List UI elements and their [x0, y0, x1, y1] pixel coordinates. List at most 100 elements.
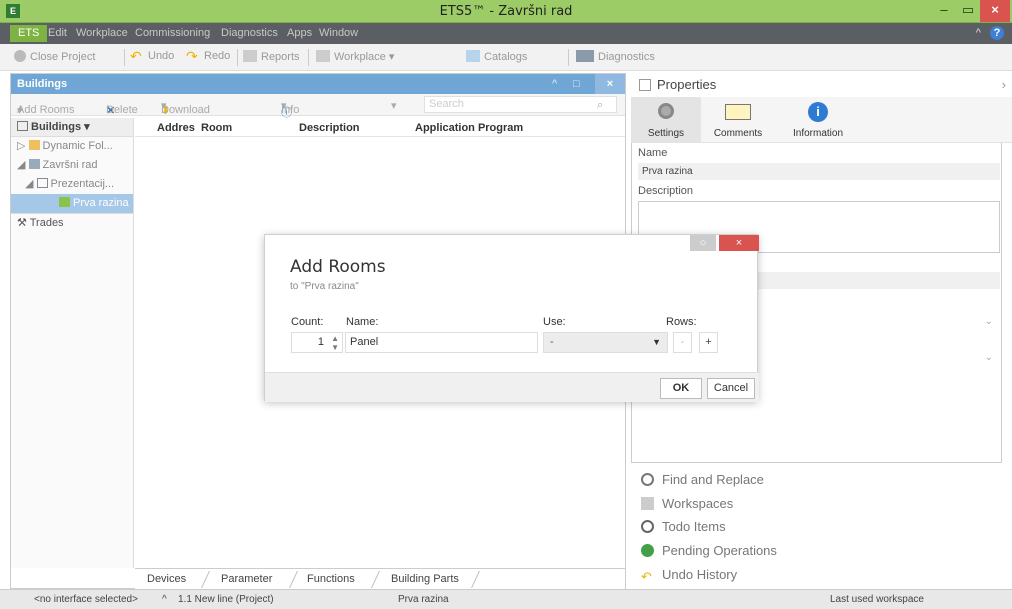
download-button[interactable]: ⬇ Download ▾: [161, 99, 210, 117]
tab-parameter[interactable]: Parameter: [221, 573, 272, 585]
room-name-input[interactable]: Panel: [345, 332, 538, 353]
catalogs-button[interactable]: Catalogs: [466, 50, 527, 63]
properties-header: Properties ›: [631, 73, 1012, 97]
close-dialog-button[interactable]: ×: [719, 235, 759, 251]
menu-edit[interactable]: Edit: [48, 27, 67, 39]
properties-title: Properties: [657, 77, 717, 92]
workspaces-icon: [641, 497, 654, 510]
use-select[interactable]: - ▼: [543, 332, 668, 353]
column-application-program[interactable]: Application Program: [415, 122, 523, 134]
workspace-status[interactable]: Last used workspace: [830, 594, 924, 605]
workplace-button[interactable]: Workplace ▾: [316, 50, 394, 63]
tab-functions[interactable]: Functions: [307, 573, 355, 585]
count-stepper[interactable]: 1 ▲ ▼: [291, 332, 343, 353]
tree-item-dynamic-folders[interactable]: ▷ Dynamic Fol...: [11, 137, 133, 156]
close-project-button[interactable]: Close Project: [14, 50, 95, 63]
filter-dropdown-icon[interactable]: ▾: [391, 99, 397, 112]
play-icon: [641, 544, 654, 557]
search-icon[interactable]: ⌕: [597, 99, 603, 112]
info-button[interactable]: ⓘ Info ▾: [281, 99, 299, 119]
ribbon-controls: ^ ?: [976, 26, 1004, 40]
cancel-button[interactable]: Cancel: [707, 378, 755, 399]
line-status[interactable]: 1.1 New line (Project): [178, 594, 274, 605]
pin-dialog-button[interactable]: ○: [690, 235, 716, 251]
close-project-icon: [14, 50, 26, 62]
tab-devices[interactable]: Devices: [147, 573, 186, 585]
minimize-button[interactable]: ‒: [933, 0, 955, 22]
reports-icon: [243, 50, 257, 62]
line-status-arrow[interactable]: ^: [162, 594, 167, 605]
tab-comments[interactable]: Comments: [703, 97, 773, 143]
tab-divider: [471, 571, 480, 588]
collapse-panel-icon[interactable]: ^: [552, 74, 557, 94]
ok-button[interactable]: OK: [660, 378, 702, 399]
tab-divider: [201, 571, 210, 588]
tree-item-zavrsni-rad[interactable]: ◢ Završni rad: [11, 156, 133, 175]
find-and-replace-link[interactable]: Find and Replace: [641, 472, 764, 487]
name-field[interactable]: Prva razina: [638, 163, 1000, 180]
trades-icon: ⚒: [17, 217, 27, 229]
tab-information[interactable]: i Information: [777, 97, 859, 143]
count-label: Count:: [291, 316, 324, 328]
properties-icon: [639, 79, 651, 91]
rows-minus-button[interactable]: -: [673, 332, 692, 353]
tree-item-trades[interactable]: ⚒ Trades: [11, 213, 133, 232]
maximize-button[interactable]: ▭: [957, 0, 979, 22]
menu-workplace[interactable]: Workplace: [76, 27, 128, 39]
diagnostics-button[interactable]: Diagnostics: [576, 50, 655, 63]
redo-button[interactable]: ↷ Redo: [186, 49, 230, 63]
collapse-ribbon-icon[interactable]: ^: [976, 27, 981, 39]
bottom-tabs: Devices Parameter Functions Building Par…: [135, 568, 625, 589]
add-rooms-dialog: ○ × Add Rooms to "Prva razina" Count: Na…: [264, 234, 759, 402]
dialog-subtitle: to "Prva razina": [290, 281, 359, 292]
building-icon: [28, 159, 40, 169]
dialog-footer: OK Cancel: [265, 372, 759, 402]
tree-header[interactable]: Buildings ▾: [11, 118, 133, 137]
pending-operations-link[interactable]: Pending Operations: [641, 543, 777, 558]
toolbar-separator: [308, 49, 309, 66]
folder-icon: [28, 140, 40, 150]
comment-icon: [725, 104, 751, 120]
workspaces-link[interactable]: Workspaces: [641, 496, 733, 511]
menu-apps[interactable]: Apps: [287, 27, 312, 39]
selection-status: Prva razina: [398, 594, 449, 605]
undo-button[interactable]: ↶ Undo: [130, 49, 174, 63]
toolbar-separator: [124, 49, 125, 66]
chevron-right-icon[interactable]: ›: [1002, 73, 1006, 97]
floor-icon: [36, 178, 48, 188]
tree-item-prezentacija[interactable]: ◢ Prezentacij...: [11, 175, 133, 194]
tab-settings[interactable]: Settings: [631, 97, 701, 143]
search-icon: [641, 473, 654, 486]
help-icon[interactable]: ?: [990, 26, 1004, 40]
menu-diagnostics[interactable]: Diagnostics: [221, 27, 278, 39]
menu-commissioning[interactable]: Commissioning: [135, 27, 210, 39]
chevron-down-icon[interactable]: ⌄: [985, 352, 993, 363]
undo-history-link[interactable]: ↶ Undo History: [641, 567, 737, 584]
column-room[interactable]: Room: [201, 122, 232, 134]
close-panel-icon[interactable]: ×: [595, 74, 625, 94]
buildings-tree: Buildings ▾ ▷ Dynamic Fol... ◢ Završni r…: [11, 118, 134, 568]
window-title: ETS5™ - Završni rad: [439, 4, 573, 19]
chevron-down-icon[interactable]: ⌄: [985, 316, 993, 327]
column-description[interactable]: Description: [299, 122, 360, 134]
search-input[interactable]: Search: [424, 96, 617, 113]
todo-items-link[interactable]: Todo Items: [641, 519, 726, 534]
restore-panel-icon[interactable]: □: [573, 74, 580, 94]
ets-menu-button[interactable]: ETS: [10, 25, 48, 42]
table-header: Addres Room Description Application Prog…: [135, 118, 625, 137]
rows-plus-button[interactable]: +: [699, 332, 718, 353]
buildings-panel-header: Buildings ^ □ ×: [11, 74, 625, 94]
chevron-down-icon[interactable]: ▾: [17, 104, 23, 117]
tab-building-parts[interactable]: Building Parts: [391, 573, 459, 585]
workplace-icon: [316, 50, 330, 62]
menu-window[interactable]: Window: [319, 27, 358, 39]
menu-bar: ETS Edit Workplace Commissioning Diagnos…: [0, 23, 1012, 44]
diagnostics-icon: [576, 50, 594, 62]
reports-button[interactable]: Reports: [243, 50, 300, 63]
column-address[interactable]: Addres: [157, 122, 195, 134]
use-value: -: [550, 336, 554, 348]
close-window-button[interactable]: ×: [980, 0, 1010, 22]
stepper-arrows-icon[interactable]: ▲ ▼: [331, 334, 339, 352]
tree-item-prva-razina[interactable]: Prva razina: [11, 194, 133, 213]
interface-status[interactable]: <no interface selected>: [34, 594, 138, 605]
